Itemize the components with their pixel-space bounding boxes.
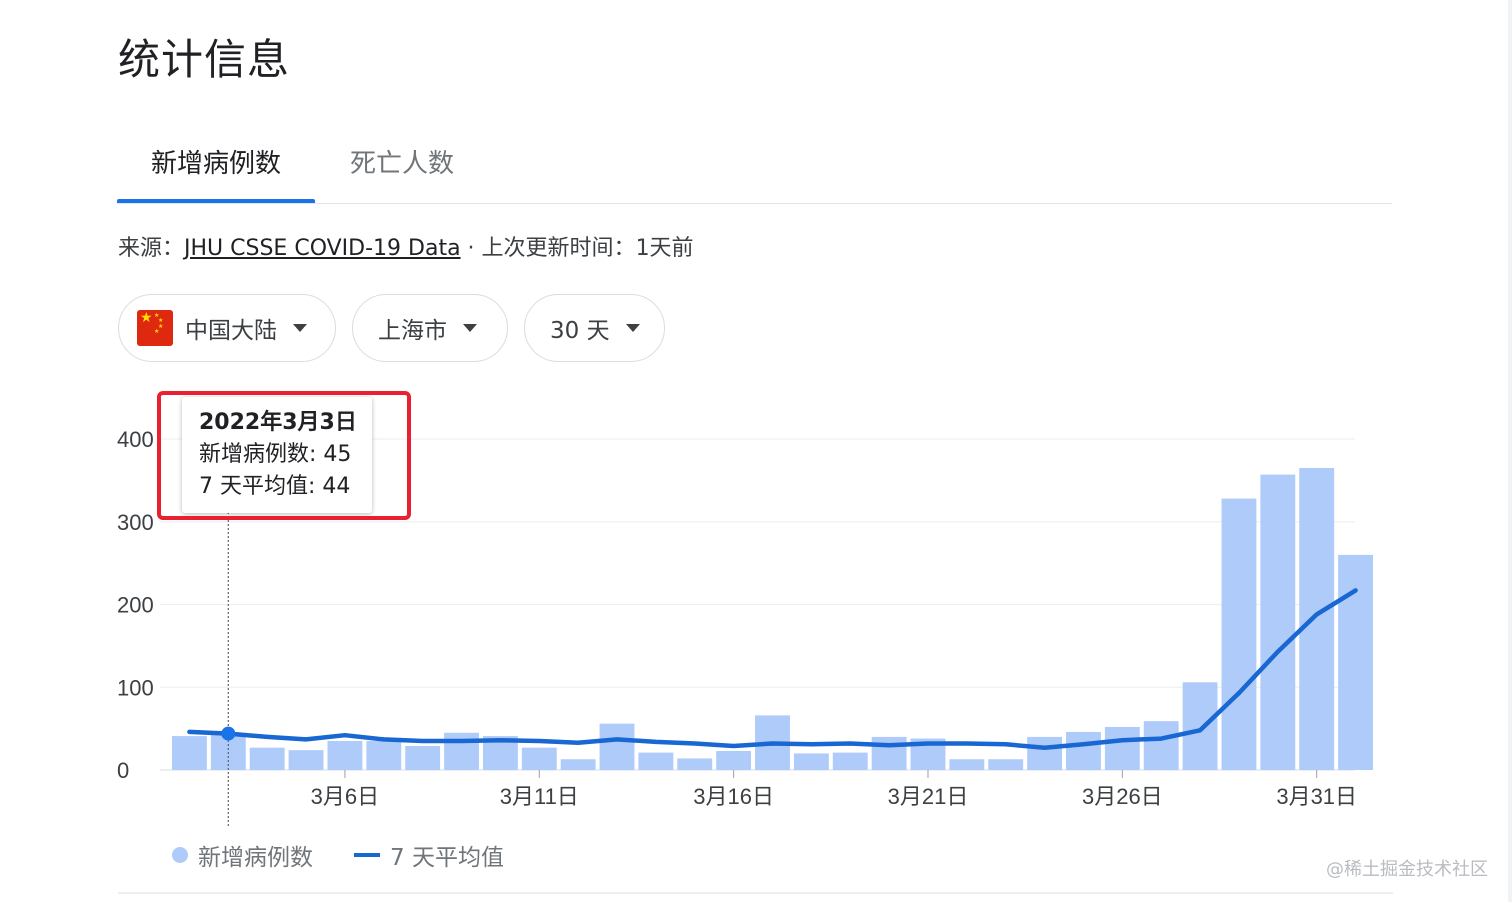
bar[interactable] xyxy=(1104,726,1140,770)
x-tick-label: 3月21日 xyxy=(888,784,969,809)
bar[interactable] xyxy=(172,736,207,770)
bar[interactable] xyxy=(1260,474,1296,770)
legend-item-average[interactable]: 7 天平均值 xyxy=(354,838,504,872)
bar[interactable] xyxy=(1143,721,1179,770)
bar[interactable] xyxy=(1338,554,1373,770)
bar[interactable] xyxy=(521,747,557,770)
bar[interactable] xyxy=(871,736,907,770)
bar[interactable] xyxy=(1027,736,1063,770)
y-tick-label: 200 xyxy=(117,593,154,618)
bar[interactable] xyxy=(677,758,713,770)
hover-point xyxy=(221,726,236,741)
bar[interactable] xyxy=(793,753,829,770)
x-tick-label: 3月31日 xyxy=(1276,784,1357,809)
bar[interactable] xyxy=(249,747,285,770)
x-tick-label: 3月6日 xyxy=(311,784,379,809)
bar[interactable] xyxy=(988,759,1024,770)
y-tick-label: 0 xyxy=(117,758,129,783)
bar[interactable] xyxy=(949,759,985,770)
watermark: @稀土掘金技术社区 xyxy=(1326,859,1488,880)
statistics-page: 统计信息 新增病例数 死亡人数 来源：JHU CSSE COVID-19 Dat… xyxy=(0,0,1512,902)
x-tick-label: 3月11日 xyxy=(500,784,579,809)
bar[interactable] xyxy=(599,723,635,770)
bar[interactable] xyxy=(444,732,479,770)
bar[interactable] xyxy=(327,741,363,770)
bar[interactable] xyxy=(1182,682,1218,770)
x-tick-label: 3月26日 xyxy=(1082,784,1163,809)
legend-dot-icon xyxy=(172,847,188,863)
legend-label-cases: 新增病例数 xyxy=(198,845,313,871)
bar[interactable] xyxy=(716,750,752,770)
bar[interactable] xyxy=(1299,467,1335,770)
bar[interactable] xyxy=(366,741,402,770)
bottom-divider xyxy=(118,892,1393,894)
y-tick-label: 100 xyxy=(117,675,154,700)
legend-item-cases[interactable]: 新增病例数 xyxy=(172,838,313,872)
scrollbar-track[interactable] xyxy=(1508,0,1512,902)
bar[interactable] xyxy=(832,752,868,770)
bar[interactable] xyxy=(638,752,674,770)
legend-line-icon xyxy=(354,853,380,857)
legend-label-average: 7 天平均值 xyxy=(390,845,504,871)
annotation-highlight-box xyxy=(157,391,411,520)
y-tick-label: 400 xyxy=(117,427,154,452)
bar[interactable] xyxy=(560,759,596,770)
bar[interactable] xyxy=(1221,498,1257,770)
bar[interactable] xyxy=(405,746,441,770)
bar[interactable] xyxy=(288,750,324,770)
x-tick-label: 3月16日 xyxy=(693,784,774,809)
y-tick-label: 300 xyxy=(117,510,154,535)
bar[interactable] xyxy=(1066,731,1101,770)
